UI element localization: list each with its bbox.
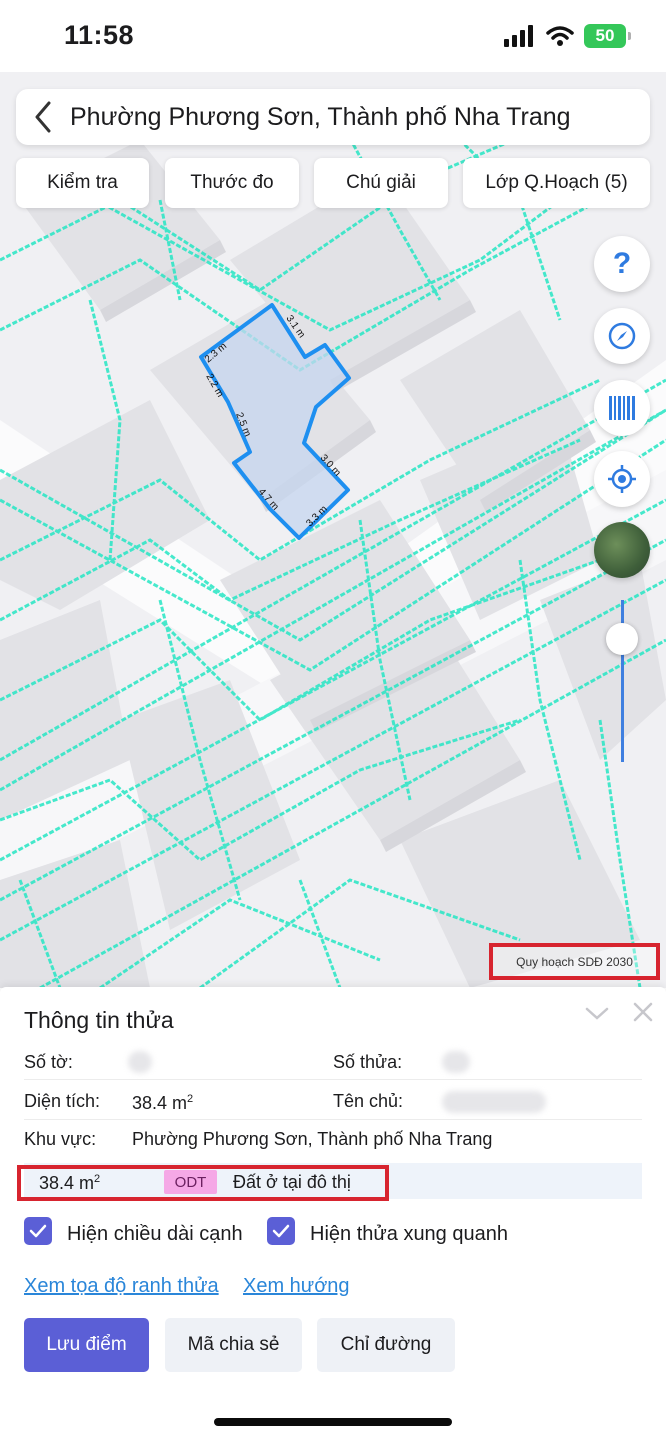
measure-button[interactable]: Thước đo (165, 158, 299, 208)
show-neighbors-label[interactable]: Hiện thửa xung quanh (310, 1223, 508, 1246)
help-button[interactable]: ? (594, 236, 650, 292)
view-direction-link[interactable]: Xem hướng (243, 1275, 350, 1298)
plan-layers-button[interactable]: Lớp Q.Hoạch (5) (463, 158, 650, 208)
checkmark-icon (29, 1224, 47, 1238)
zoom-slider-handle[interactable] (606, 623, 638, 655)
owner-value-redacted (442, 1091, 546, 1113)
barcode-icon (609, 396, 635, 420)
locate-icon (608, 465, 636, 493)
parcel-info-panel: Thông tin thửa Số tờ: Số thửa: Diện tích… (0, 987, 666, 1440)
back-arrow-icon[interactable] (16, 89, 70, 145)
area-value: 38.4 m2 (132, 1093, 194, 1113)
region-value: Phường Phương Sơn, Thành phố Nha Trang (132, 1129, 493, 1149)
plan-layer-label: Quy hoạch SDĐ 2030 (489, 943, 660, 980)
cellular-signal-icon (504, 25, 533, 47)
show-edge-lengths-label[interactable]: Hiện chiều dài cạnh (67, 1223, 243, 1246)
map-toolbar: Kiểm tra Thước đo Chú giải Lớp Q.Hoạch (… (16, 158, 650, 208)
highlight-box (17, 1165, 389, 1201)
home-indicator (214, 1418, 452, 1426)
parcel-number-label: Số thửa: (333, 1052, 403, 1072)
map-view[interactable]: 3.1 m 2.3 m 2.2 m 2.5 m 3.0 m 4.7 m 3.3 … (0, 72, 666, 988)
checkmark-icon (272, 1224, 290, 1238)
barcode-button[interactable] (594, 380, 650, 436)
compass-icon (608, 322, 636, 350)
locate-button[interactable] (594, 451, 650, 507)
map-canvas[interactable]: 3.1 m 2.3 m 2.2 m 2.5 m 3.0 m 4.7 m 3.3 … (0, 72, 666, 988)
sheet-label: Số tờ: (24, 1052, 73, 1072)
show-neighbors-checkbox[interactable] (267, 1217, 295, 1245)
status-bar: 11:58 50 (0, 0, 666, 72)
divider (24, 1119, 642, 1120)
help-icon: ? (612, 247, 632, 280)
close-icon[interactable] (632, 1001, 654, 1023)
chevron-down-icon[interactable] (585, 1003, 609, 1023)
status-time: 11:58 (64, 20, 135, 50)
compass-button[interactable] (594, 308, 650, 364)
save-point-button[interactable]: Lưu điểm (24, 1318, 149, 1372)
battery-icon: 50 (584, 24, 631, 48)
show-edge-lengths-checkbox[interactable] (24, 1217, 52, 1245)
satellite-layer-icon[interactable] (594, 522, 650, 578)
owner-label: Tên chủ: (333, 1091, 404, 1111)
check-button[interactable]: Kiểm tra (16, 158, 149, 208)
wifi-icon (546, 26, 574, 46)
view-boundary-coords-link[interactable]: Xem tọa độ ranh thửa (24, 1275, 219, 1298)
area-label: Diện tích: (24, 1091, 101, 1111)
status-icons: 50 (504, 24, 631, 48)
parcel-number-redacted (442, 1051, 470, 1073)
location-title: Phường Phương Sơn, Thành phố Nha Trang (70, 102, 571, 131)
panel-title: Thông tin thửa (24, 1007, 174, 1033)
region-label: Khu vực: (24, 1129, 97, 1149)
divider (24, 1079, 642, 1080)
share-code-button[interactable]: Mã chia sẻ (165, 1318, 302, 1372)
directions-button[interactable]: Chỉ đường (317, 1318, 455, 1372)
sheet-value-redacted (128, 1051, 152, 1073)
location-search-bar[interactable]: Phường Phương Sơn, Thành phố Nha Trang (16, 89, 650, 145)
legend-button[interactable]: Chú giải (314, 158, 448, 208)
